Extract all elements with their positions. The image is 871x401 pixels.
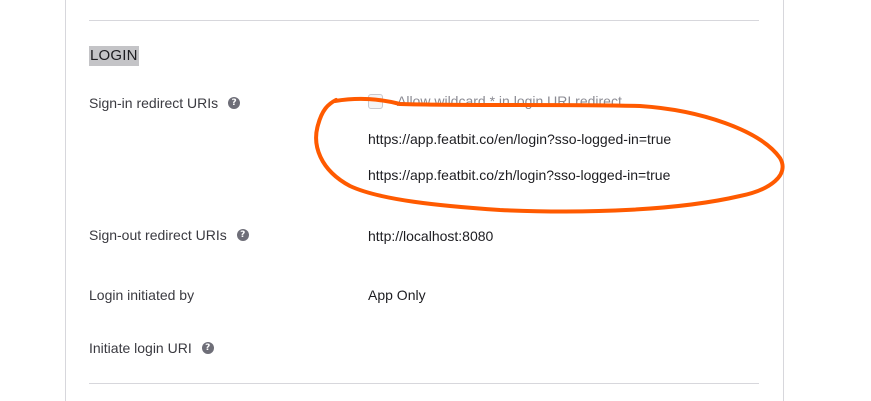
sign-in-uri: https://app.featbit.co/en/login?sso-logg… — [368, 131, 672, 147]
allow-wildcard-checkbox[interactable] — [368, 93, 383, 109]
sign-out-redirect-label: Sign-out redirect URIs — [89, 227, 227, 243]
login-initiated-label: Login initiated by — [89, 287, 195, 303]
login-settings-page: LOGIN Sign-in redirect URIs ? Allow wild… — [0, 0, 871, 401]
sign-out-redirect-label-row: Sign-out redirect URIs ? — [89, 226, 249, 244]
allow-wildcard-label: Allow wildcard * in login URI redirect — [397, 93, 622, 109]
question-circle-icon[interactable]: ? — [236, 229, 249, 241]
initiate-login-uri-label: Initiate login URI — [89, 340, 192, 356]
section-divider-bottom — [89, 383, 759, 384]
sign-out-uri: http://localhost:8080 — [368, 228, 494, 244]
login-initiated-label-row: Login initiated by — [89, 286, 194, 304]
allow-wildcard-row[interactable]: Allow wildcard * in login URI redirect — [368, 93, 622, 109]
section-title: LOGIN — [89, 46, 139, 66]
question-circle-icon[interactable]: ? — [228, 97, 241, 109]
question-circle-icon[interactable]: ? — [201, 342, 214, 354]
sign-in-redirect-label: Sign-in redirect URIs — [89, 95, 219, 111]
section-divider-top — [89, 20, 759, 21]
login-initiated-value: App Only — [368, 287, 426, 303]
sign-in-uri: https://app.featbit.co/zh/login?sso-logg… — [368, 167, 671, 183]
initiate-login-uri-label-row: Initiate login URI ? — [89, 339, 214, 357]
sign-in-redirect-label-row: Sign-in redirect URIs ? — [89, 94, 241, 112]
